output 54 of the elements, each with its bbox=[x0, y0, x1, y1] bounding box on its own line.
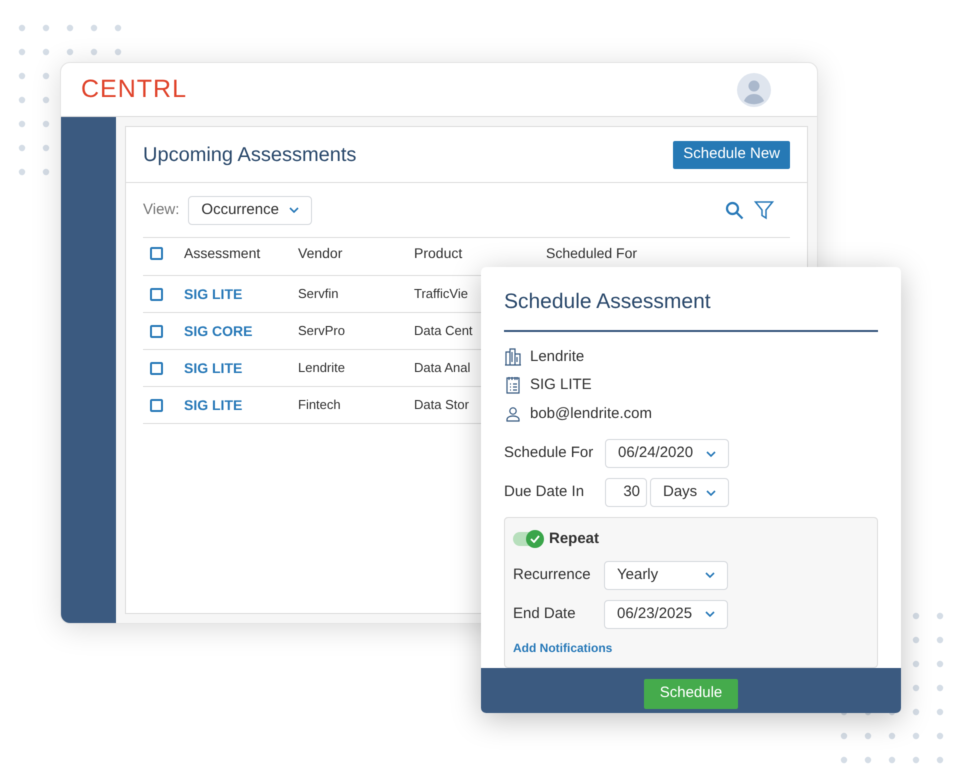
chevron-icon bbox=[705, 611, 715, 617]
check-icon bbox=[530, 535, 540, 544]
table-cell: TrafficVie bbox=[414, 286, 468, 302]
field-label: Recurrence bbox=[513, 564, 592, 585]
table-cell: ServPro bbox=[298, 323, 345, 338]
toggle-switch[interactable] bbox=[513, 532, 543, 546]
person-icon bbox=[504, 404, 522, 423]
assessment-link[interactable]: SIG LITE bbox=[184, 360, 242, 376]
table-cell: Fintech bbox=[298, 397, 341, 412]
view-label: View: bbox=[143, 200, 180, 220]
table-cell: Servfin bbox=[298, 286, 338, 302]
recurrence-dropdown[interactable]: Yearly bbox=[604, 560, 728, 590]
field-label: Due Date In bbox=[504, 482, 586, 502]
logo: CENTRL bbox=[81, 74, 188, 105]
assessment-link[interactable]: SIG LITE bbox=[184, 396, 242, 412]
table-cell: Data Stor bbox=[414, 397, 469, 412]
column-header: Product bbox=[414, 245, 462, 261]
detail-text: SIG LITE bbox=[530, 375, 592, 395]
chevron-icon bbox=[705, 572, 715, 578]
detail-text: Lendrite bbox=[530, 346, 584, 366]
assessment-link[interactable]: SIG CORE bbox=[184, 322, 252, 338]
building-icon bbox=[504, 348, 522, 366]
column-header: Vendor bbox=[298, 245, 342, 261]
detail-text: bob@lendrite.com bbox=[530, 404, 652, 424]
search-icon[interactable] bbox=[725, 200, 744, 220]
table-cell: Data Anal bbox=[414, 360, 470, 376]
checkbox[interactable] bbox=[150, 362, 163, 374]
checkbox[interactable] bbox=[150, 398, 163, 412]
assessment-link[interactable]: SIG LITE bbox=[184, 286, 242, 302]
column-header: Scheduled For bbox=[546, 245, 638, 261]
schedule-new-button[interactable]: Schedule New bbox=[673, 140, 790, 168]
date-dropdown[interactable]: 06/23/2025 bbox=[604, 600, 728, 628]
table-cell: Data Cent bbox=[414, 323, 473, 338]
checkbox[interactable] bbox=[150, 247, 163, 260]
chevron-icon bbox=[706, 490, 716, 496]
checkbox[interactable] bbox=[150, 288, 163, 300]
filter-icon[interactable] bbox=[754, 200, 774, 220]
column-header: Assessment bbox=[184, 245, 260, 261]
checkbox[interactable] bbox=[150, 324, 163, 338]
repeat-label: Repeat bbox=[549, 529, 600, 549]
field-label: End Date bbox=[513, 604, 577, 624]
chevron-icon bbox=[706, 450, 716, 456]
form-icon bbox=[504, 376, 522, 394]
panel-title: Upcoming Assessments bbox=[143, 142, 356, 168]
unit-dropdown[interactable]: Days bbox=[650, 478, 729, 507]
field-label: Schedule For bbox=[504, 443, 594, 464]
schedule-button[interactable]: Schedule bbox=[644, 678, 738, 708]
date-dropdown[interactable]: 06/24/2020 bbox=[605, 439, 729, 468]
view-dropdown[interactable]: Occurrence bbox=[188, 196, 312, 224]
number-field[interactable]: 30 bbox=[605, 478, 647, 507]
add-notifications-link[interactable]: Add Notifications bbox=[513, 638, 612, 656]
dialog-title: Schedule Assessment bbox=[504, 290, 711, 313]
chevron-icon bbox=[289, 207, 300, 213]
table-cell: Lendrite bbox=[298, 360, 345, 376]
